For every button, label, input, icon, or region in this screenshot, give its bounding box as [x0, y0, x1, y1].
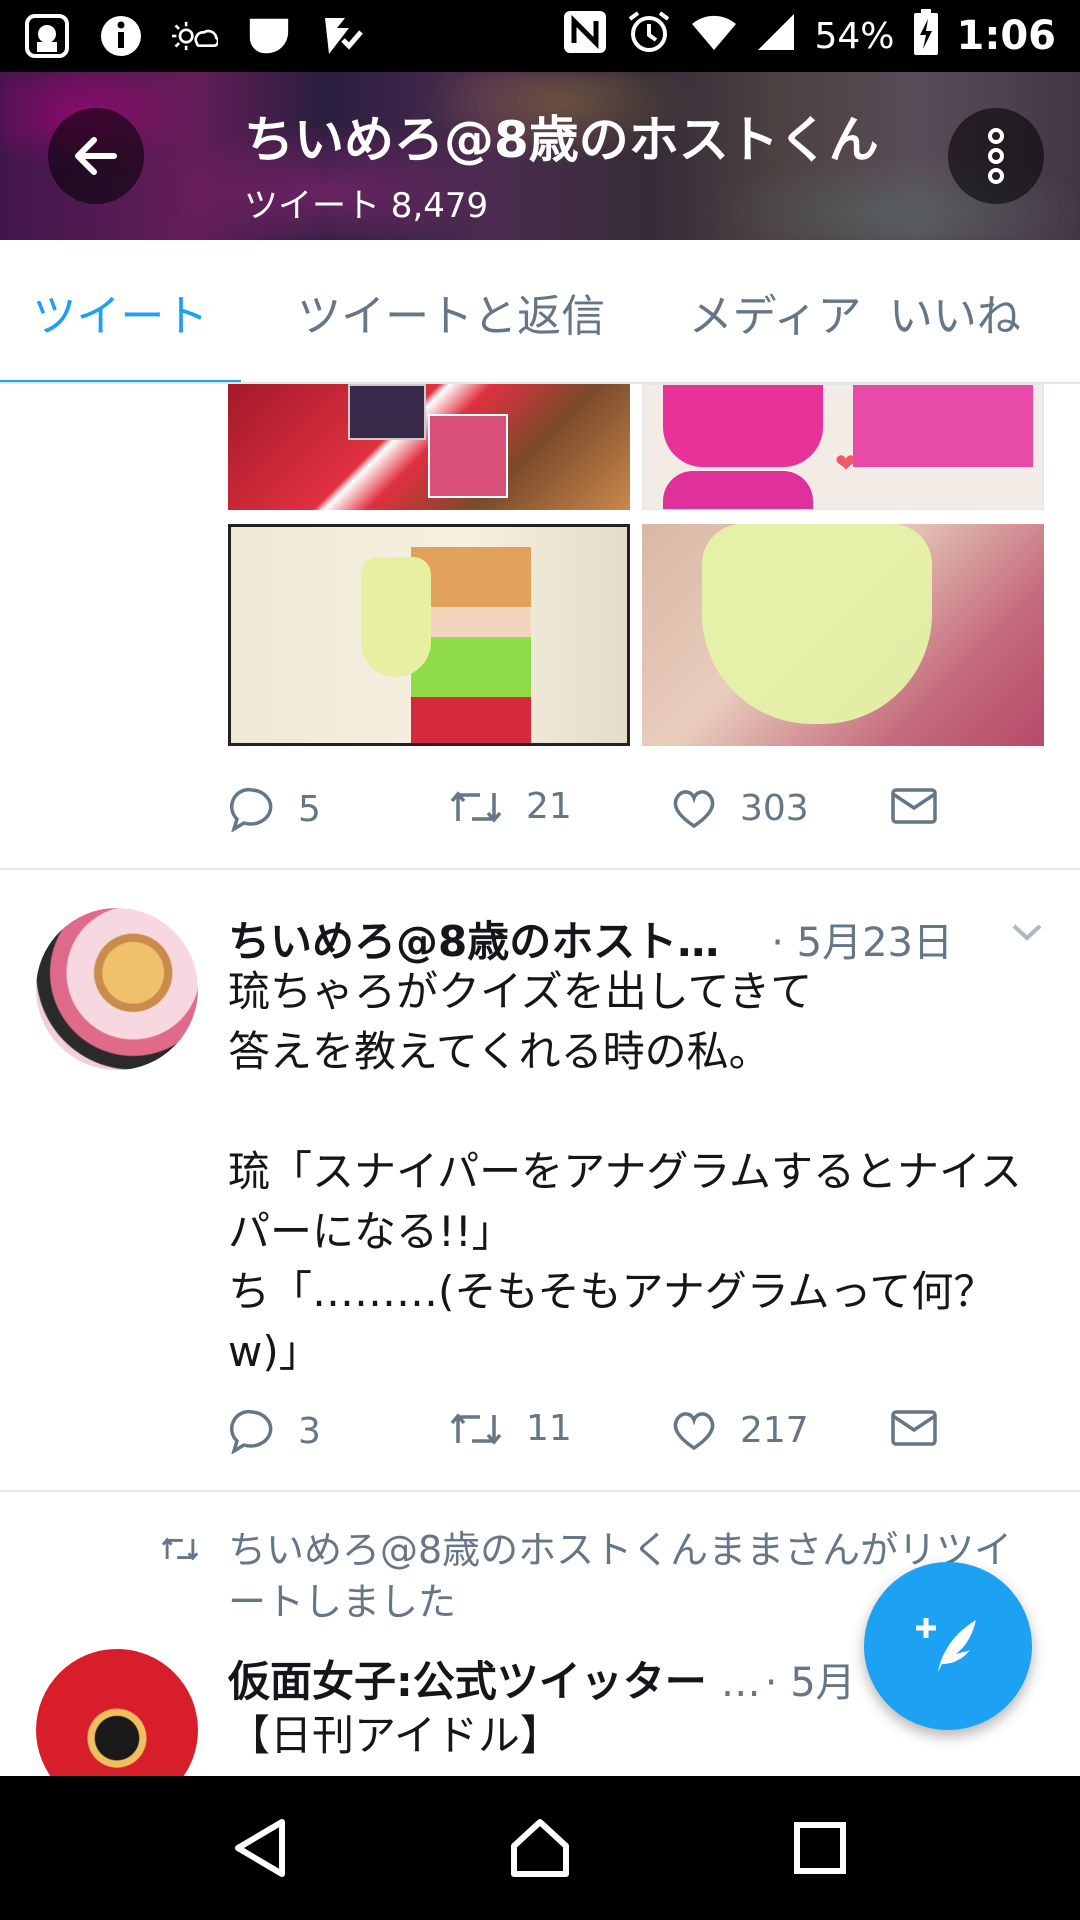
tab-media[interactable]: メディア [661, 240, 888, 382]
heart-icon [673, 790, 715, 829]
battery-charging-icon [913, 8, 939, 64]
chevron-down-icon [1012, 924, 1042, 941]
reply-icon [229, 787, 273, 832]
tweet-header: ちいめろ@8歳のホスト… · 5月23日 [228, 908, 953, 969]
tweet-author[interactable]: ちいめろ@8歳のホスト… [228, 908, 719, 969]
more-vertical-icon [988, 128, 1004, 184]
profile-tabs: ツイート ツイートと返信 メディア いいね [0, 240, 1080, 384]
retweet-button[interactable]: 11 [448, 1408, 572, 1449]
profile-header: ちいめろ@8歳のホストくん ツイート 8,479 [0, 72, 1080, 240]
like-button[interactable]: 217 [670, 1408, 809, 1452]
like-button[interactable]: 303 [670, 786, 809, 830]
retweet-button[interactable]: 21 [448, 786, 572, 827]
reply-icon [229, 1409, 273, 1454]
envelope-icon [891, 788, 937, 824]
profile-name: ちいめろ@8歳のホストくん [244, 111, 879, 169]
info-icon [98, 13, 144, 59]
media-image[interactable] [228, 524, 630, 746]
direct-message-button[interactable] [890, 786, 938, 826]
author-ellipsis: … [720, 1660, 761, 1706]
weather-icon [172, 13, 218, 59]
like-count: 217 [740, 1409, 809, 1451]
tweet-menu-button[interactable] [1010, 920, 1044, 948]
retweet-indicator-icon [160, 1534, 200, 1568]
reply-count: 5 [298, 788, 321, 830]
tweet-media-grid: ❤ [228, 384, 1044, 746]
envelope-icon [891, 1410, 937, 1446]
back-button[interactable] [48, 108, 144, 204]
alarm-icon [626, 9, 672, 64]
tweet-count: ツイート 8,479 [244, 186, 489, 226]
media-image[interactable] [228, 384, 630, 510]
retweet-count: 21 [526, 786, 572, 827]
avatar[interactable] [36, 908, 198, 1070]
media-image[interactable] [642, 524, 1044, 746]
tweet-actions: 3 11 217 [228, 1408, 1048, 1468]
tab-tweets[interactable]: ツイート [0, 240, 241, 382]
compose-tweet-button[interactable] [864, 1562, 1032, 1730]
check-task-icon [320, 13, 366, 59]
tweet-actions: 5 21 303 [228, 786, 1048, 846]
retweet-icon [450, 1412, 502, 1445]
signal-icon [756, 12, 796, 61]
battery-percent: 54% [814, 15, 895, 57]
home-icon [511, 1819, 569, 1877]
direct-message-button[interactable] [890, 1408, 938, 1448]
reply-count: 3 [298, 1410, 321, 1452]
compose-feather-icon [916, 1618, 976, 1672]
media-image[interactable]: ❤ [642, 384, 1044, 510]
status-bar: 54% 1:06 [0, 0, 1080, 72]
nav-recents-button[interactable] [770, 1798, 870, 1898]
clock: 1:06 [956, 13, 1057, 59]
shield-icon [246, 13, 292, 59]
system-navigation-bar [0, 1776, 1080, 1920]
tweet-text: 琉ちゃろがクイズを出してきて 答えを教えてくれる時の私。 琉「スナイパーをアナグ… [228, 967, 1022, 1376]
divider [0, 868, 1080, 870]
tab-tweets-and-replies[interactable]: ツイートと返信 [241, 240, 662, 382]
avatar[interactable] [36, 1649, 198, 1776]
app-notification-icon [24, 13, 70, 59]
nfc-icon [562, 9, 608, 64]
nav-home-button[interactable] [490, 1798, 590, 1898]
reply-button[interactable]: 3 [228, 1408, 321, 1454]
divider [0, 1490, 1080, 1492]
tweet-date: · 5月 [764, 1660, 856, 1706]
wifi-icon [690, 12, 738, 61]
app-root: { "status_bar": { "battery": "54%", "tim… [0, 0, 1080, 1920]
arrow-left-icon [75, 137, 117, 175]
tweet-date: · 5月23日 [771, 920, 954, 966]
reply-button[interactable]: 5 [228, 786, 321, 832]
retweet-count: 11 [526, 1408, 572, 1449]
retweet-icon [450, 790, 502, 823]
triangle-back-icon [235, 1819, 285, 1877]
more-options-button[interactable] [948, 108, 1044, 204]
tab-likes[interactable]: いいね [889, 240, 1080, 382]
heart-icon [673, 1412, 715, 1451]
like-count: 303 [740, 787, 809, 829]
tweet-author[interactable]: 仮面女子:公式ツイッター [228, 1648, 707, 1709]
square-recents-icon [794, 1822, 846, 1874]
tweet-header: 仮面女子:公式ツイッター … · 5月 [228, 1648, 856, 1709]
nav-back-button[interactable] [210, 1798, 310, 1898]
